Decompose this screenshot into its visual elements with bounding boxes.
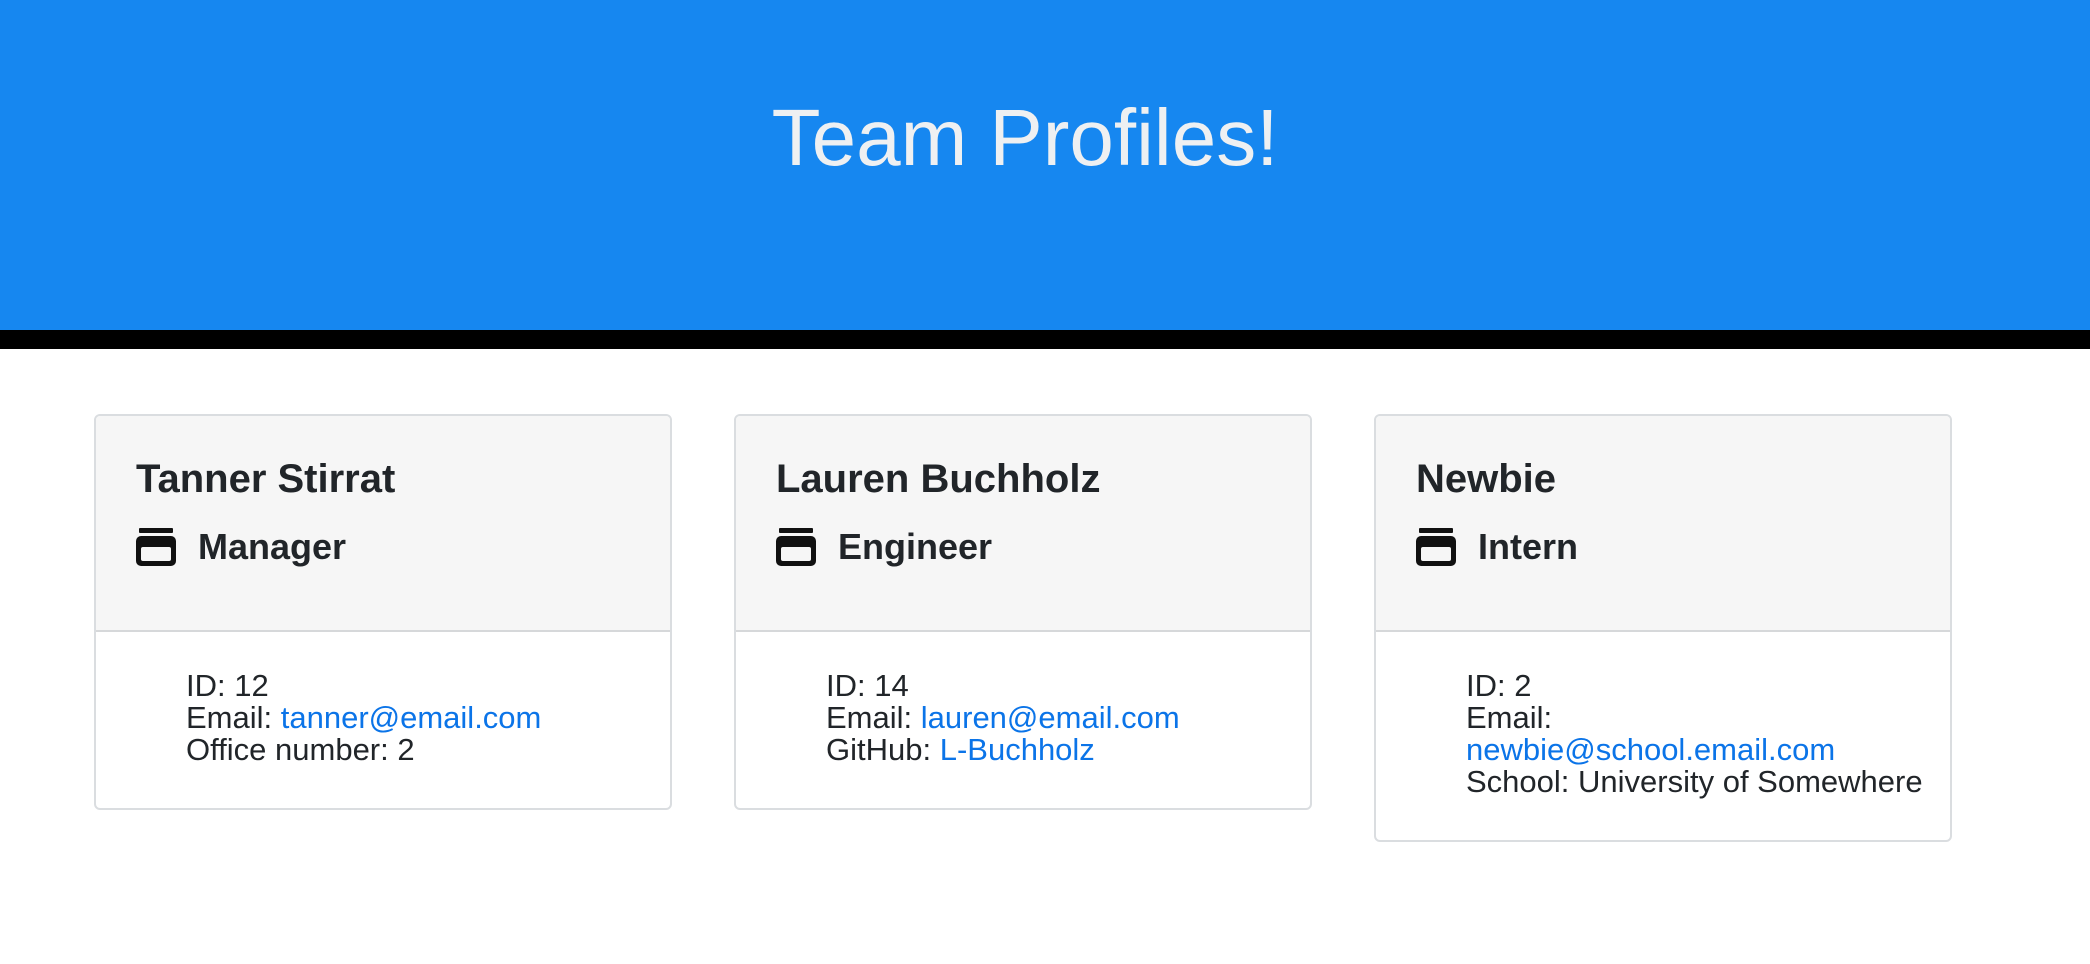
card-header: Lauren Buchholz Engineer (736, 416, 1310, 632)
role-label: Manager (198, 526, 347, 567)
email-label: Email: (186, 700, 281, 735)
page-title: Team Profiles! (771, 93, 1279, 182)
profile-card-manager: Tanner Stirrat Manager ID: 12 Email: tan… (94, 414, 672, 810)
employee-name: Tanner Stirrat (136, 457, 396, 501)
office-number-value: 2 (397, 732, 415, 767)
email-link[interactable]: lauren@email.com (921, 700, 1180, 735)
role-card-icon (136, 528, 176, 566)
card-header: Newbie Intern (1376, 416, 1950, 632)
email-line: Email: lauren@email.com (826, 702, 1300, 734)
email-link[interactable]: tanner@email.com (281, 700, 542, 735)
id-value: 2 (1514, 668, 1532, 703)
email-line: Email: tanner@email.com (186, 702, 660, 734)
role-label: Intern (1478, 526, 1579, 567)
header-divider (0, 330, 2090, 349)
github-label: GitHub: (826, 732, 940, 767)
office-number-line: Office number: 2 (186, 734, 660, 766)
id-line: ID: 2 (1466, 670, 1940, 702)
email-line: newbie@school.email.com (1466, 734, 1940, 766)
id-label: ID: (1466, 668, 1515, 703)
role-row: Intern (1416, 522, 1578, 572)
school-label: School: (1466, 764, 1579, 799)
header-banner: Team Profiles! (0, 0, 2090, 330)
email-label: Email: (826, 700, 921, 735)
id-value: 14 (874, 668, 909, 703)
profile-card-engineer: Lauren Buchholz Engineer ID: 14 Email: l… (734, 414, 1312, 810)
role-row: Manager (136, 522, 346, 572)
office-number-label: Office number: (186, 732, 398, 767)
email-link[interactable]: newbie@school.email.com (1466, 732, 1835, 767)
card-header: Tanner Stirrat Manager (96, 416, 670, 632)
role-row: Engineer (776, 522, 992, 572)
card-body: ID: 12 Email: tanner@email.com Office nu… (96, 632, 670, 776)
role-card-icon (1416, 528, 1456, 566)
profile-card-intern: Newbie Intern ID: 2 Email: newbie@school… (1374, 414, 1952, 842)
id-label: ID: (826, 668, 875, 703)
id-value: 12 (234, 668, 269, 703)
school-line: School: University of Somewhere (1466, 766, 1940, 798)
card-body: ID: 14 Email: lauren@email.com GitHub: L… (736, 632, 1310, 776)
email-label: Email: (1466, 700, 1553, 735)
github-line: GitHub: L-Buchholz (826, 734, 1300, 766)
id-line: ID: 14 (826, 670, 1300, 702)
role-label: Engineer (838, 526, 993, 567)
id-label: ID: (186, 668, 235, 703)
school-value: University of Somewhere (1578, 764, 1923, 799)
employee-name: Lauren Buchholz (776, 457, 1101, 501)
id-line: ID: 12 (186, 670, 660, 702)
card-body: ID: 2 Email: newbie@school.email.com Sch… (1376, 632, 1950, 808)
employee-name: Newbie (1416, 457, 1557, 501)
github-link[interactable]: L-Buchholz (940, 732, 1095, 767)
email-label-line: Email: (1466, 702, 1940, 734)
role-card-icon (776, 528, 816, 566)
